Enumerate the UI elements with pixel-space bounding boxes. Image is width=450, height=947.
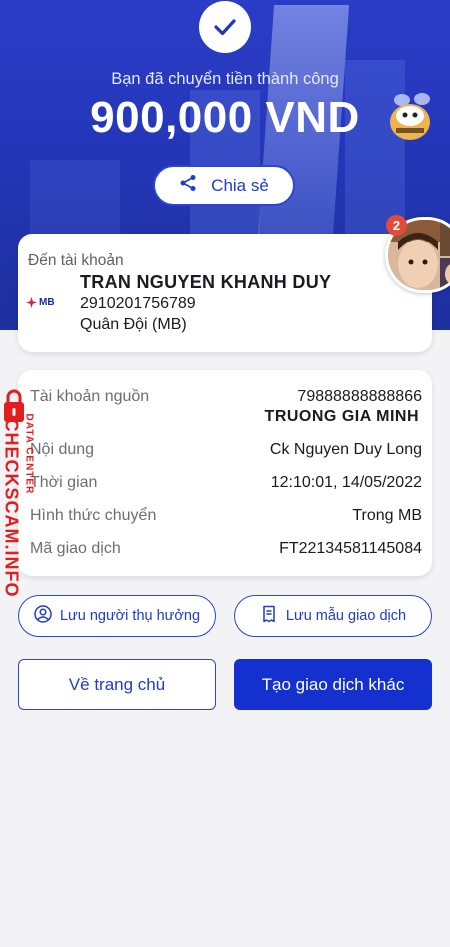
share-button[interactable]: Chia sẻ <box>153 165 295 206</box>
share-label: Chia sẻ <box>211 175 269 195</box>
save-template-label: Lưu mẫu giao dịch <box>285 608 407 624</box>
destination-label: Đến tài khoản <box>28 252 124 269</box>
source-account-value: 79888888888866 <box>297 388 422 405</box>
watermark-subtext: DATA CENTER <box>23 413 35 495</box>
save-payee-label: Lưu người thụ hưởng <box>59 608 201 624</box>
watermark-text: CHECKSCAM.INFO <box>1 418 22 598</box>
mb-logo-text: MB <box>39 296 55 308</box>
watermark: DATA CENTER CHECKSCAM.INFO <box>0 388 48 608</box>
content-value: Ck Nguyen Duy Long <box>269 441 422 458</box>
notification-badge: 2 <box>386 215 407 236</box>
new-transaction-button[interactable]: Tạo giao dịch khác <box>234 659 432 710</box>
transaction-details-card: Tài khoản nguồn 79888888888866 TRUONG GI… <box>18 370 432 576</box>
transaction-id-value: FT22134581145084 <box>279 540 422 557</box>
method-value: Trong MB <box>352 507 422 524</box>
recipient-name: TRAN NGUYEN KHANH DUY <box>80 272 332 292</box>
success-check-icon <box>199 1 251 53</box>
source-account-name: TRUONG GIA MINH <box>264 408 419 425</box>
content-row: Nội dung Ck Nguyen Duy Long <box>30 441 422 459</box>
transaction-id-row: Mã giao dịch FT22134581145084 <box>30 540 422 558</box>
success-subtitle: Bạn đã chuyển tiền thành công <box>111 70 339 88</box>
user-circle-icon <box>34 605 52 627</box>
time-value: 12:10:01, 14/05/2022 <box>270 474 422 491</box>
mb-bank-logo: MB <box>26 292 58 312</box>
recipient-bank: Quân Đội (MB) <box>80 316 187 333</box>
receipt-icon <box>260 605 278 627</box>
save-payee-button[interactable]: Lưu người thụ hưởng <box>18 595 216 637</box>
mascot-bee-icon <box>380 90 440 150</box>
home-button[interactable]: Về trang chủ <box>18 659 216 710</box>
method-label: Hình thức chuyển <box>30 507 157 524</box>
save-template-button[interactable]: Lưu mẫu giao dịch <box>234 595 432 637</box>
destination-card: Đến tài khoản MB TRAN NGUYEN KHANH DUY 2… <box>18 234 432 352</box>
recipient-account: 2910201756789 <box>80 295 196 312</box>
time-row: Thời gian 12:10:01, 14/05/2022 <box>30 474 422 492</box>
source-account-row: Tài khoản nguồn 79888888888866 <box>30 388 422 406</box>
method-row: Hình thức chuyển Trong MB <box>30 507 422 525</box>
share-icon <box>179 174 197 197</box>
